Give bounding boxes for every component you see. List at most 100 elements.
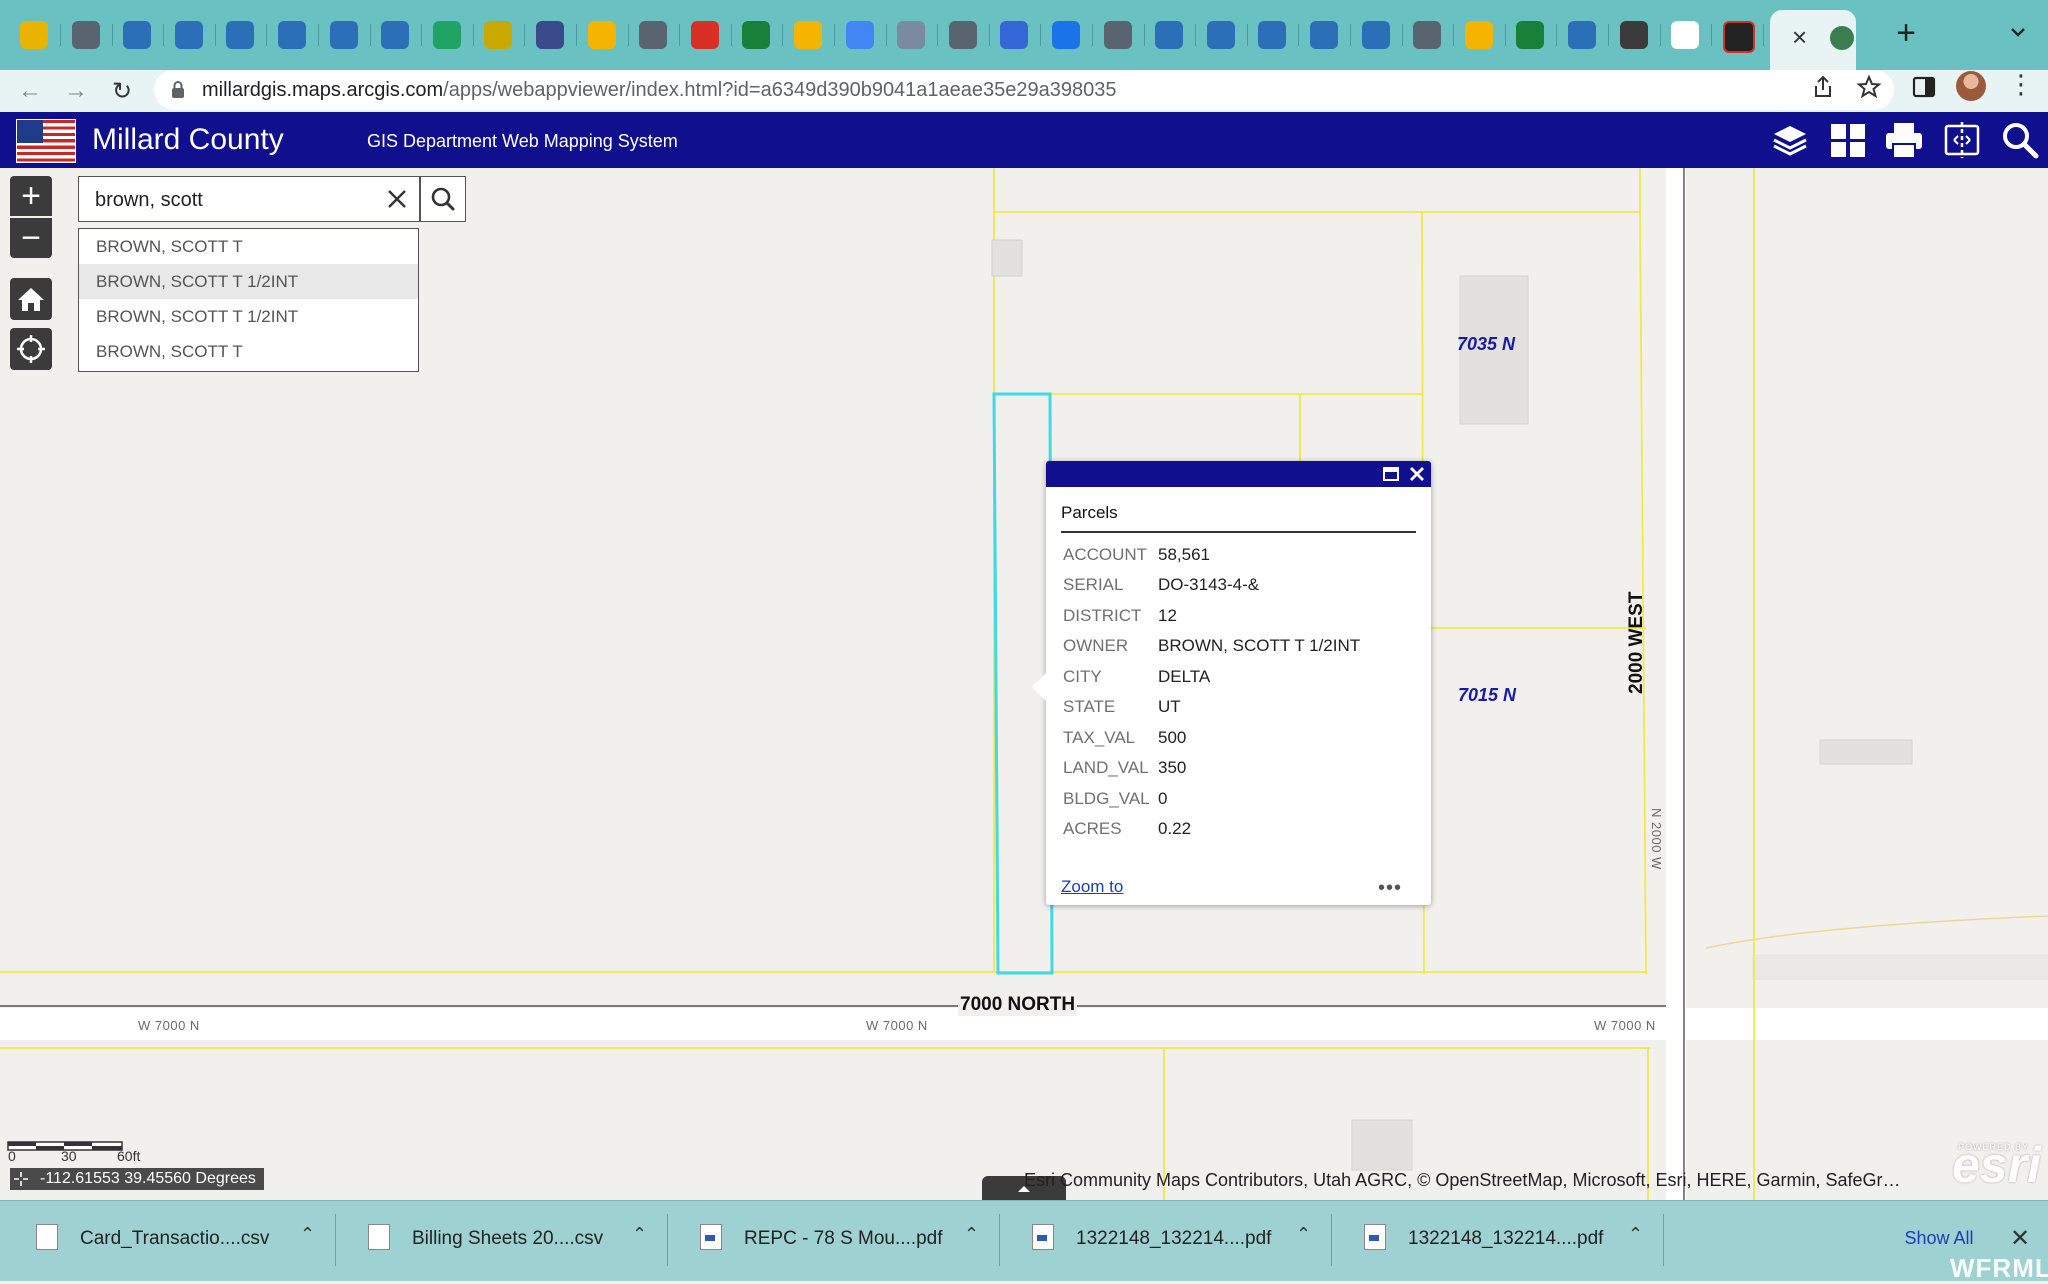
tab-favicon[interactable] — [742, 21, 771, 49]
url-text[interactable]: millardgis.maps.arcgis.com/apps/webappvi… — [202, 75, 1117, 105]
attribute-row: TAX_VAL 500 — [1063, 723, 1186, 753]
basemap-gallery-icon[interactable] — [1826, 118, 1870, 162]
layers-icon[interactable] — [1768, 118, 1812, 162]
tab-favicon[interactable] — [1722, 21, 1755, 53]
chevron-up-icon[interactable]: ⌃ — [964, 1224, 979, 1245]
road-2000-west — [1666, 168, 1686, 1200]
suggestion-item[interactable]: BROWN, SCOTT T — [79, 334, 418, 369]
road-label-small-vertical: N 2000 W — [1649, 808, 1664, 870]
search-icon — [431, 187, 455, 211]
tab-favicon[interactable] — [639, 21, 668, 49]
suggestion-item[interactable]: BROWN, SCOTT T — [79, 229, 418, 264]
download-item[interactable]: 1322148_132214....pdf ⌃ — [1338, 1214, 1656, 1266]
chevron-up-icon[interactable]: ⌃ — [1628, 1224, 1643, 1245]
browser-menu-icon[interactable]: ⋮ — [2008, 71, 2034, 97]
tab-favicon[interactable] — [20, 21, 48, 49]
tab-favicon[interactable] — [1516, 21, 1545, 49]
map-attribution: Esri Community Maps Contributors, Utah A… — [1024, 1170, 1901, 1190]
tab-favicon[interactable] — [1413, 21, 1442, 49]
chevron-up-icon[interactable]: ⌃ — [300, 1224, 315, 1245]
address-label: 7035 N — [1457, 334, 1516, 354]
search-button[interactable] — [420, 176, 466, 222]
building — [1819, 739, 1913, 765]
tab-favicon[interactable] — [329, 21, 358, 49]
tab-favicon[interactable] — [278, 21, 306, 49]
side-panel-icon[interactable] — [1912, 76, 1936, 98]
tab-search-icon[interactable] — [2008, 22, 2028, 42]
tab-favicon[interactable] — [536, 21, 564, 49]
active-tab[interactable]: × — [1770, 10, 1856, 70]
tab-favicon[interactable] — [1052, 21, 1080, 49]
tab-favicon[interactable] — [1000, 21, 1029, 49]
close-tab-icon[interactable]: × — [1792, 22, 1807, 53]
tab-favicon[interactable] — [587, 21, 616, 49]
download-item[interactable]: Card_Transactio....csv ⌃ — [10, 1214, 328, 1266]
new-tab-button[interactable]: + — [1890, 14, 1922, 53]
chevron-up-icon[interactable]: ⌃ — [632, 1224, 647, 1245]
close-icon[interactable] — [1408, 465, 1426, 483]
profile-avatar[interactable] — [1956, 71, 1986, 101]
tab-favicon[interactable] — [794, 21, 822, 49]
close-shelf-icon[interactable]: ✕ — [2010, 1224, 2030, 1253]
tab-favicon[interactable] — [381, 21, 410, 49]
popup-divider — [1061, 531, 1416, 533]
tab-favicon[interactable] — [845, 21, 874, 49]
attribute-key: TAX_VAL — [1063, 728, 1136, 747]
tab-favicon[interactable] — [1464, 21, 1493, 49]
tab-favicon[interactable] — [174, 21, 203, 49]
globe-icon — [1830, 26, 1854, 50]
watermark: WFRMLS — [1950, 1253, 2048, 1283]
tab-favicon[interactable] — [71, 21, 100, 49]
url-host: millardgis.maps.arcgis.com — [202, 79, 444, 101]
download-item[interactable]: REPC - 78 S Mou....pdf ⌃ — [674, 1214, 992, 1266]
tab-favicon[interactable] — [1361, 21, 1390, 49]
attribute-value: 58,561 — [1158, 545, 1210, 564]
pdf-file-icon — [1032, 1224, 1054, 1250]
tab-favicon[interactable] — [1258, 21, 1287, 49]
esri-logo[interactable]: esri — [1952, 1140, 2041, 1190]
forward-icon[interactable]: → — [58, 74, 94, 108]
more-actions-icon[interactable]: ••• — [1378, 877, 1402, 900]
print-icon[interactable] — [1882, 118, 1926, 162]
locate-button[interactable] — [10, 328, 52, 370]
tab-favicon[interactable] — [897, 21, 926, 49]
tab-favicon[interactable] — [948, 21, 977, 49]
download-item[interactable]: Billing Sheets 20....csv ⌃ — [342, 1214, 660, 1266]
maximize-icon[interactable] — [1382, 466, 1400, 482]
share-icon[interactable] — [1812, 74, 1834, 100]
tab-favicon[interactable] — [1671, 21, 1700, 49]
zoom-to-link[interactable]: Zoom to — [1061, 877, 1123, 897]
road-label: W 7000 N — [866, 1018, 928, 1033]
popup-pointer — [1032, 673, 1046, 701]
tab-favicon[interactable] — [432, 21, 461, 49]
tab-favicon[interactable] — [484, 21, 513, 49]
search-icon[interactable] — [1998, 118, 2042, 162]
lock-icon[interactable] — [170, 80, 186, 100]
tab-favicon[interactable] — [1568, 21, 1596, 49]
attribute-key: OWNER — [1063, 636, 1129, 655]
tab-favicon[interactable] — [690, 21, 719, 49]
scale-label: 30 — [61, 1148, 77, 1164]
swipe-icon[interactable] — [1940, 118, 1984, 162]
suggestion-item[interactable]: BROWN, SCOTT T 1/2INT — [79, 264, 418, 299]
zoom-out-button[interactable]: − — [10, 218, 52, 258]
download-item[interactable]: 1322148_132214....pdf ⌃ — [1006, 1214, 1324, 1266]
reload-icon[interactable]: ↻ — [104, 74, 140, 108]
home-button[interactable] — [10, 278, 52, 320]
suggestion-item[interactable]: BROWN, SCOTT T 1/2INT — [79, 299, 418, 334]
zoom-in-button[interactable]: + — [10, 176, 52, 216]
tab-favicon[interactable] — [123, 21, 152, 49]
address-label: 7015 N — [1458, 685, 1517, 705]
chevron-up-icon[interactable]: ⌃ — [1296, 1224, 1311, 1245]
tab-favicon[interactable] — [1155, 21, 1184, 49]
crosshair-icon[interactable] — [14, 1172, 28, 1186]
tab-favicon[interactable] — [1103, 21, 1132, 49]
tab-favicon[interactable] — [226, 21, 255, 49]
search-input[interactable] — [93, 185, 367, 215]
tab-favicon[interactable] — [1310, 21, 1338, 49]
back-icon[interactable]: ← — [12, 74, 48, 108]
tab-favicon[interactable] — [1206, 21, 1235, 49]
clear-search-icon[interactable] — [386, 188, 408, 210]
tab-favicon[interactable] — [1619, 21, 1648, 49]
bookmark-star-icon[interactable] — [1856, 74, 1882, 100]
